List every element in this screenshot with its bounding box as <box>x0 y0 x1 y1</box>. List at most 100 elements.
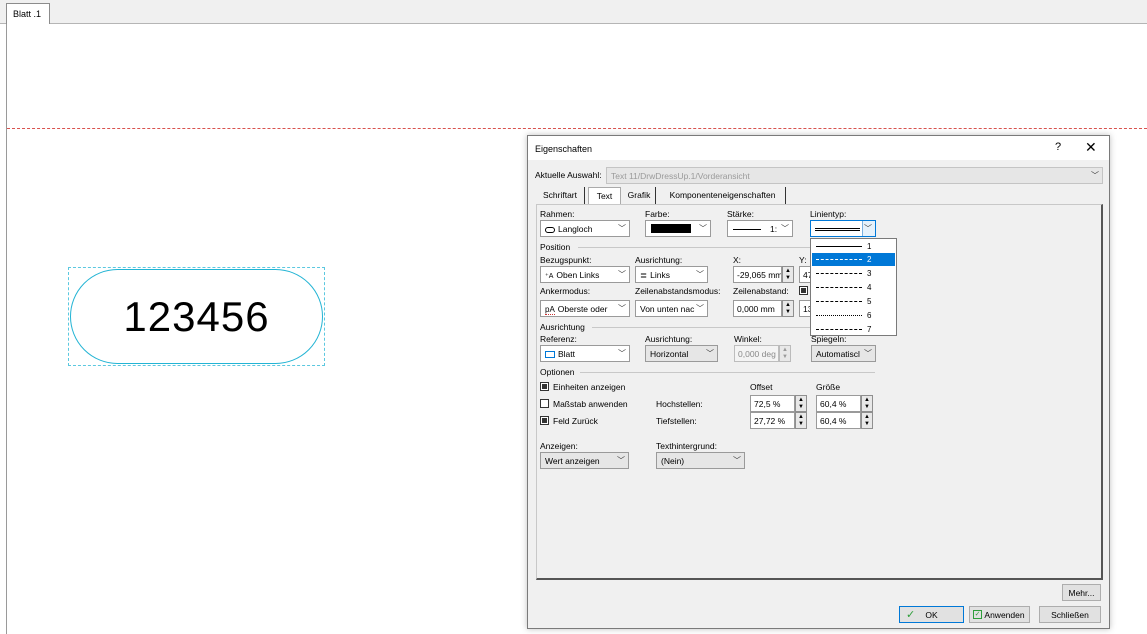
zeilenabstand-checkbox[interactable] <box>799 286 808 295</box>
linetype-number: 7 <box>867 325 872 334</box>
bezugspunkt-label: Bezugspunkt: <box>540 255 592 265</box>
massstab-label: Maßstab anwenden <box>553 399 628 409</box>
ausrichtung2-select[interactable]: Horizontal ﹀ <box>645 345 718 362</box>
linetype-number: 5 <box>867 297 872 306</box>
massstab-checkbox[interactable] <box>540 399 549 408</box>
farbe-select[interactable]: ﹀ <box>645 220 711 237</box>
tiefstellen-offset-input[interactable]: 27,72 % <box>750 412 795 429</box>
spiegeln-value: Automatiscl <box>816 349 860 359</box>
chevron-down-icon: ﹀ <box>1091 171 1099 180</box>
properties-dialog: Eigenschaften ? ✕ Aktuelle Auswahl: Text… <box>527 135 1110 629</box>
linetype-number: 4 <box>867 283 872 292</box>
hochstellen-offset-spinner[interactable]: ▲ ▼ <box>795 395 807 412</box>
linetype-number: 6 <box>867 311 872 320</box>
feld-zurueck-checkbox[interactable] <box>540 416 549 425</box>
x-spinner[interactable]: ▲ ▼ <box>782 266 794 283</box>
linetype-preview-icon <box>815 228 860 231</box>
ok-button[interactable]: ✓ OK <box>899 606 964 623</box>
tiefstellen-groesse-input[interactable]: 60,4 % <box>816 412 861 429</box>
anzeigen-select[interactable]: Wert anzeigen ﹀ <box>540 452 629 469</box>
staerke-select[interactable]: 1: ﹀ <box>727 220 793 237</box>
chevron-down-icon: ﹀ <box>618 349 626 358</box>
ausrichtung-select[interactable]: ≣ Links ﹀ <box>635 266 708 283</box>
tiefstellen-groesse-spinner[interactable]: ▲ ▼ <box>861 412 873 429</box>
schliessen-button[interactable]: Schließen <box>1039 606 1101 623</box>
hochstellen-groesse-input[interactable]: 60,4 % <box>816 395 861 412</box>
referenz-select[interactable]: Blatt ﹀ <box>540 345 630 362</box>
ausrichtung-value: Links <box>650 270 670 280</box>
farbe-label: Farbe: <box>645 209 670 219</box>
slot-shape-icon <box>545 226 555 233</box>
linetype-option[interactable]: 4 <box>812 281 895 294</box>
chevron-down-icon: ﹀ <box>696 304 704 313</box>
chevron-down-icon: ﹀ <box>864 349 872 358</box>
zeilenabstand-spinner[interactable]: ▲ ▼ <box>782 300 794 317</box>
staerke-label: Stärke: <box>727 209 754 219</box>
zeilenabstand-input[interactable]: 0,000 mm <box>733 300 782 317</box>
staerke-value: 1: <box>770 224 778 234</box>
linetype-number: 3 <box>867 269 872 278</box>
winkel-label: Winkel: <box>734 334 762 344</box>
chevron-down-icon: ﹀ <box>706 349 714 358</box>
ankermodus-select[interactable]: pA Oberste oder ﹀ <box>540 300 630 317</box>
text-element[interactable]: 123456 <box>70 269 323 364</box>
chevron-down-icon: ﹀ <box>733 456 741 465</box>
referenz-label: Referenz: <box>540 334 577 344</box>
linetype-option[interactable]: 5 <box>812 295 895 308</box>
linetype-long-dash-icon <box>816 273 862 274</box>
x-input[interactable]: -29,065 mm <box>733 266 782 283</box>
einheiten-label: Einheiten anzeigen <box>553 382 626 392</box>
linetype-dash-dot-icon <box>816 287 862 288</box>
anzeigen-label: Anzeigen: <box>540 441 578 451</box>
linetype-dropdown-list: 1 2 3 4 5 6 7 <box>810 238 897 336</box>
anzeigen-value: Wert anzeigen <box>545 456 600 466</box>
ausrichtung-header: Ausrichtung <box>540 322 585 332</box>
linetype-dotted-icon <box>816 315 862 316</box>
linetype-option[interactable]: 7 <box>812 323 895 336</box>
rahmen-label: Rahmen: <box>540 209 575 219</box>
ankermodus-value: Oberste oder <box>557 304 608 314</box>
zeilenabstandsmodus-select[interactable]: Von unten nac ﹀ <box>635 300 708 317</box>
hochstellen-groesse-spinner[interactable]: ▲ ▼ <box>861 395 873 412</box>
close-button[interactable]: ✕ <box>1085 139 1097 156</box>
texthintergrund-value: (Nein) <box>661 456 685 466</box>
chevron-down-icon: ﹀ <box>696 270 704 279</box>
linetype-option[interactable]: 6 <box>812 309 895 322</box>
anchor-point-icon: ⁺A <box>545 273 554 280</box>
tiefstellen-offset-spinner[interactable]: ▲ ▼ <box>795 412 807 429</box>
linetype-option[interactable]: 3 <box>812 267 895 280</box>
chevron-down-icon: ﹀ <box>618 270 626 279</box>
tab-komponenteneigenschaften[interactable]: Komponenteneigenschaften <box>660 187 786 204</box>
linientyp-select[interactable]: ﹀ <box>810 220 876 237</box>
mehr-button[interactable]: Mehr... <box>1062 584 1101 601</box>
winkel-spinner: ▲ ▼ <box>779 345 791 362</box>
anwenden-button[interactable]: ✓ Anwenden <box>969 606 1030 623</box>
x-label: X: <box>733 255 742 265</box>
sheet-tab[interactable]: Blatt .1 <box>6 3 50 24</box>
einheiten-checkbox[interactable] <box>540 382 549 391</box>
chevron-down-icon: ﹀ <box>617 456 625 465</box>
hochstellen-offset-input[interactable]: 72,5 % <box>750 395 795 412</box>
spiegeln-select[interactable]: Automatiscl ﹀ <box>811 345 876 362</box>
y-label: Y: <box>799 255 807 265</box>
linetype-option[interactable]: 1 <box>812 240 895 253</box>
linetype-option-selected[interactable]: 2 <box>812 253 895 266</box>
group-divider <box>580 372 875 373</box>
bezugspunkt-select[interactable]: ⁺A Oben Links ﹀ <box>540 266 630 283</box>
linientyp-label: Linientyp: <box>810 209 847 219</box>
texthintergrund-select[interactable]: (Nein) ﹀ <box>656 452 745 469</box>
rahmen-select[interactable]: Langloch ﹀ <box>540 220 630 237</box>
rahmen-value: Langloch <box>558 224 593 234</box>
chevron-down-icon: ﹀ <box>618 304 626 313</box>
tab-grafik[interactable]: Grafik <box>623 187 656 204</box>
zeilenabstand-label: Zeilenabstand: <box>733 286 789 296</box>
tab-schriftart[interactable]: Schriftart <box>536 187 585 204</box>
dialog-titlebar <box>528 136 1109 160</box>
anwenden-label: Anwenden <box>984 610 1025 620</box>
help-button[interactable]: ? <box>1055 141 1061 153</box>
tab-text[interactable]: Text <box>588 187 621 204</box>
ausrichtung2-label: Ausrichtung: <box>645 334 693 344</box>
winkel-input: 0,000 deg <box>734 345 779 362</box>
feld-zurueck-label: Feld Zurück <box>553 416 598 426</box>
zeilenabstandsmodus-value: Von unten nac <box>640 304 695 314</box>
